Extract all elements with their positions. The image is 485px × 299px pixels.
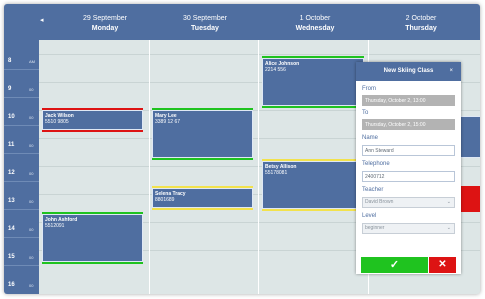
day-header-tuesday: 30 September Tuesday	[150, 14, 260, 34]
hour-divider	[4, 97, 39, 98]
event-phone: 5510 9805	[45, 119, 69, 125]
hour-divider	[4, 265, 39, 266]
day-date: 29 September	[83, 15, 127, 22]
new-skiing-class-dialog: New Skiing Class × From To Name Telephon…	[356, 62, 461, 274]
event-phone: 55178081	[265, 170, 288, 176]
event-name: Jack Wilson	[45, 113, 74, 119]
hour-label: 14	[8, 226, 15, 232]
day-divider	[258, 40, 259, 294]
time-column: 8 AM 9 00 10 00 11 00 12 00 13 00 14 00 …	[4, 40, 39, 294]
day-date: 30 September	[183, 15, 227, 22]
teacher-value: David Brown	[365, 199, 394, 205]
event-phone: 3389 12 67	[155, 119, 181, 125]
event-status-bar	[152, 208, 253, 210]
day-weekday: Thursday	[405, 25, 437, 32]
close-icon[interactable]: ×	[449, 62, 453, 81]
day-date: 2 October	[405, 15, 437, 22]
from-label: From	[362, 86, 376, 92]
day-divider	[149, 40, 150, 294]
event-status-bar	[42, 262, 143, 264]
hour-divider	[4, 125, 39, 126]
previous-week-icon[interactable]: ◂	[40, 16, 44, 24]
hour-label: 11	[8, 142, 15, 148]
day-header-wednesday: 1 October Wednesday	[260, 14, 370, 34]
name-label: Name	[362, 135, 379, 141]
hour-label: 15	[8, 254, 15, 260]
hour-suffix: 00	[29, 87, 34, 92]
to-label: To	[362, 110, 369, 116]
chevron-down-icon: ⌄	[446, 199, 451, 205]
hour-suffix: 00	[29, 143, 34, 148]
day-weekday: Monday	[91, 25, 119, 32]
event-name: Betsy Allison	[265, 164, 297, 170]
cancel-button[interactable]: ✕	[429, 257, 456, 273]
hour-label: 10	[8, 114, 15, 120]
scheduler-header: ◂ 29 September Monday 30 September Tuesd…	[4, 4, 480, 40]
event-john-ashford[interactable]: John Ashford 5512091	[42, 214, 143, 262]
hour-suffix: AM	[29, 59, 35, 64]
hour-label: 16	[8, 282, 15, 288]
event-phone: 5512091	[45, 223, 65, 229]
event-mary-lee[interactable]: Mary Lee 3389 12 67	[152, 110, 253, 158]
event-name: John Ashford	[45, 217, 78, 223]
day-date: 1 October	[299, 15, 331, 22]
hour-suffix: 00	[29, 115, 34, 120]
hour-suffix: 00	[29, 255, 34, 260]
event-betsy-allison[interactable]: Betsy Allison 55178081	[262, 161, 364, 209]
hour-label: 8	[8, 58, 12, 64]
day-header-monday: 29 September Monday	[50, 14, 160, 34]
day-header-thursday: 2 October Thursday	[366, 14, 476, 34]
hour-suffix: 00	[29, 171, 34, 176]
level-select[interactable]: beginner ⌄	[362, 223, 455, 234]
day-weekday: Tuesday	[191, 25, 219, 32]
telephone-label: Telephone	[362, 161, 390, 167]
hour-label: 12	[8, 170, 15, 176]
dialog-title: New Skiing Class	[356, 62, 461, 81]
hour-divider	[4, 209, 39, 210]
hour-suffix: 00	[29, 283, 34, 288]
event-phone: 8801689	[155, 197, 175, 203]
hour-divider	[4, 69, 39, 70]
event-alice-johnson[interactable]: Alice Johnson 2214 556	[262, 58, 364, 106]
hour-divider	[4, 153, 39, 154]
from-field[interactable]	[362, 95, 455, 106]
chevron-down-icon: ⌄	[446, 225, 451, 231]
hour-suffix: 00	[29, 227, 34, 232]
event-jack-wilson[interactable]: Jack Wilson 5510 9805	[42, 110, 143, 130]
hour-suffix: 00	[29, 199, 34, 204]
event-status-bar	[152, 158, 253, 160]
event-status-bar	[262, 106, 364, 108]
scheduler: ◂ 29 September Monday 30 September Tuesd…	[4, 4, 480, 294]
event-name: Alice Johnson	[265, 61, 300, 67]
hour-label: 13	[8, 198, 15, 204]
day-weekday: Wednesday	[295, 25, 335, 32]
to-field[interactable]	[362, 119, 455, 130]
event-name: Mary Lee	[155, 113, 177, 119]
event-status-bar	[42, 130, 143, 132]
hour-divider	[4, 181, 39, 182]
event-name: Selena Tracy	[155, 191, 186, 197]
event-phone: 2214 556	[265, 67, 286, 73]
teacher-label: Teacher	[362, 187, 384, 193]
close-x-icon: ✕	[438, 259, 447, 270]
event-status-bar	[262, 209, 364, 211]
ok-button[interactable]: ✓	[361, 257, 428, 273]
hour-label: 9	[8, 86, 12, 92]
name-field[interactable]	[362, 145, 455, 156]
half-hour-line	[39, 54, 480, 55]
checkmark-icon: ✓	[389, 259, 400, 271]
telephone-field[interactable]	[362, 171, 455, 182]
level-label: Level	[362, 213, 377, 219]
teacher-select[interactable]: David Brown ⌄	[362, 197, 455, 208]
event-selena-tracy[interactable]: Selena Tracy 8801689	[152, 188, 253, 208]
hour-divider	[4, 237, 39, 238]
level-value: beginner	[365, 225, 385, 231]
